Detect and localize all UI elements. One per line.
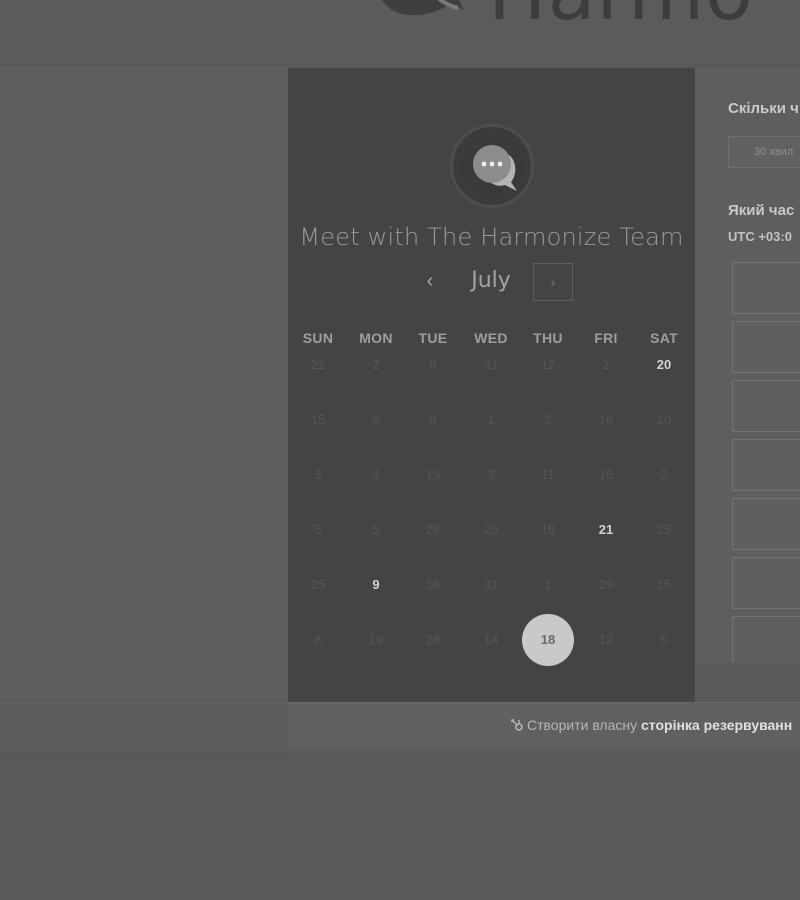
day-cell: 28 — [425, 632, 441, 647]
day-cell: 2 — [660, 467, 668, 482]
day-cell: 14 — [483, 632, 499, 647]
calendar-title: Meet with The Harmonize Team — [299, 223, 684, 251]
day-cell: 10 — [656, 412, 672, 427]
day-cell: 18 — [425, 577, 441, 592]
day-cell: 25 — [310, 577, 326, 592]
day-cell: 15 — [656, 577, 672, 592]
time-slot[interactable] — [732, 557, 800, 609]
day-cell: 31 — [483, 577, 499, 592]
booking-panel: Скільки ч 30 хвил Який час UTC +03:0 — [695, 68, 800, 663]
day-cell: 21 — [310, 357, 326, 372]
day-cell: 12 — [598, 632, 614, 647]
time-slot[interactable] — [732, 262, 800, 314]
brand-name: Harmo — [488, 0, 754, 38]
time-slot[interactable] — [732, 616, 800, 663]
time-question: Який час — [728, 202, 795, 219]
duration-question: Скільки ч — [728, 100, 799, 117]
hubspot-sprocket-icon — [511, 719, 523, 731]
day-cell: 15 — [310, 412, 326, 427]
duration-select[interactable]: 30 хвил — [728, 136, 800, 168]
day-cell: 8 — [314, 632, 322, 647]
day-cell[interactable]: 20 — [640, 341, 688, 389]
day-cell: 29 — [598, 577, 614, 592]
calendar-panel: Meet with The Harmonize Team ‹ July › SU… — [288, 68, 695, 702]
day-cell: 20 — [483, 522, 499, 537]
day-cell: 2 — [372, 357, 380, 372]
day-cell: 9 — [429, 412, 437, 427]
day-cell: 11 — [541, 467, 555, 482]
day-cell: 25 — [656, 522, 672, 537]
day-cell: 28 — [425, 522, 441, 537]
selected-day-cell[interactable]: 18 — [522, 614, 574, 666]
day-cell: 8 — [429, 357, 437, 372]
day-cell: 5 — [372, 522, 380, 537]
time-slot[interactable] — [732, 439, 800, 491]
day-cell: 31 — [483, 357, 499, 372]
day-cell: 8 — [372, 412, 380, 427]
next-month-button[interactable]: › — [533, 263, 573, 301]
day-cell: 4 — [372, 467, 380, 482]
day-cell: 2 — [602, 357, 610, 372]
avatar — [450, 124, 534, 208]
day-cell: 5 — [314, 522, 322, 537]
timezone-label[interactable]: UTC +03:0 — [728, 229, 792, 244]
time-slot[interactable] — [732, 380, 800, 432]
day-cell: 2 — [544, 412, 552, 427]
day-cell: 18 — [540, 522, 556, 537]
prev-month-button[interactable]: ‹ — [414, 266, 446, 298]
day-cell: 5 — [660, 632, 668, 647]
footer-link-prefix: Створити власну — [527, 717, 642, 733]
left-bottom-strip — [0, 703, 288, 754]
day-cell: 16 — [598, 467, 614, 482]
day-cell: 19 — [368, 632, 384, 647]
time-slot[interactable] — [732, 498, 800, 550]
day-cell: 19 — [425, 467, 441, 482]
footer-bar: Створити власну сторінка резервуванн — [288, 702, 800, 751]
footer-link-bold: сторінка резервуванн — [641, 717, 793, 733]
month-label: July — [471, 268, 511, 293]
day-cell: 12 — [540, 357, 556, 372]
day-cell[interactable]: 9 — [352, 561, 400, 609]
day-cell[interactable]: 21 — [582, 506, 630, 554]
chat-bubble-logo-icon — [461, 135, 523, 197]
day-cell: 3 — [487, 467, 495, 482]
left-panel — [0, 67, 288, 704]
time-slot[interactable] — [732, 321, 800, 373]
create-booking-page-link[interactable]: Створити власну сторінка резервуванн — [510, 717, 792, 733]
top-header: Harmo — [0, 0, 800, 63]
day-cell: 1 — [544, 577, 552, 592]
day-cell: 3 — [314, 467, 322, 482]
day-cell: 1 — [487, 412, 495, 427]
day-cell: 16 — [598, 412, 614, 427]
